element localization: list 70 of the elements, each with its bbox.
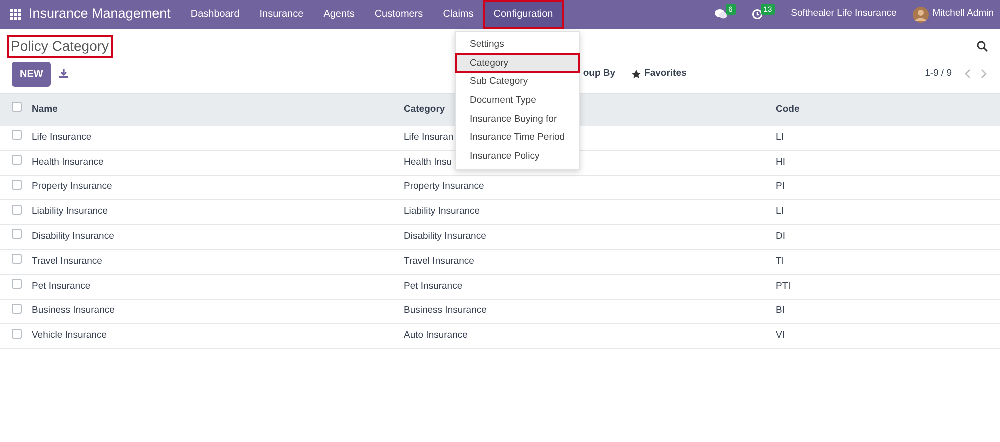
menu-item[interactable]: Insurance Time Period — [456, 128, 579, 148]
table-cell: Business Insurance — [32, 305, 115, 316]
row-checkbox[interactable] — [12, 254, 22, 264]
nav-menu-item[interactable]: Customers — [364, 1, 434, 28]
app-name[interactable]: Insurance Management — [29, 4, 171, 25]
table-cell: Pet Insurance — [32, 280, 91, 292]
table-cell: VI — [776, 330, 785, 342]
row-checkbox[interactable] — [12, 304, 22, 314]
row-checkbox[interactable] — [12, 328, 22, 339]
row-checkbox[interactable] — [12, 279, 22, 290]
table-cell: Health Insu — [404, 156, 452, 168]
column-header[interactable]: Name — [32, 104, 58, 115]
avatar-icon[interactable] — [912, 6, 929, 22]
table-cell: HI — [776, 156, 786, 168]
nav-menu-item[interactable]: Claims — [433, 1, 484, 28]
menu-item[interactable]: Sub Category — [456, 72, 579, 92]
row-checkbox[interactable] — [12, 180, 22, 190]
pager-value: 1-9 / 9 — [925, 66, 952, 81]
next-icon[interactable] — [980, 69, 988, 79]
row-checkbox[interactable] — [12, 204, 22, 215]
table-cell: Travel Insurance — [32, 256, 102, 267]
table-cell: Business Insurance — [404, 305, 487, 316]
select-all-checkbox[interactable] — [12, 102, 22, 112]
table-cell: Auto Insurance — [404, 330, 468, 342]
menu-item[interactable]: Insurance Buying for — [456, 110, 579, 128]
apps-menu-icon[interactable] — [10, 9, 21, 20]
nav-menu-item[interactable]: Configuration — [484, 1, 564, 28]
column-header[interactable]: Category — [404, 104, 446, 115]
table-cell: Property Insurance — [404, 181, 484, 192]
table-cell: TI — [776, 256, 784, 267]
table-cell: Liability Insurance — [404, 206, 480, 218]
table-cell: PI — [776, 181, 785, 192]
table-cell: Life Insuran — [404, 132, 454, 143]
page-title: Policy Category — [8, 36, 112, 56]
menu-item[interactable]: Insurance Policy — [456, 147, 579, 166]
user-name[interactable]: Mitchell Admin — [932, 7, 994, 22]
table-cell: Property Insurance — [32, 181, 112, 192]
menu-item[interactable]: Settings — [456, 35, 579, 54]
table-cell: LI — [776, 206, 784, 218]
table-cell: Pet Insurance — [404, 280, 463, 292]
star-icon — [632, 70, 641, 78]
download-icon[interactable] — [59, 69, 70, 79]
table-cell: Vehicle Insurance — [32, 330, 107, 342]
table-cell: PTI — [776, 280, 791, 292]
menu-item[interactable]: Category — [456, 54, 579, 72]
group-by-toggle[interactable]: oup By — [583, 66, 616, 82]
nav-menu-item[interactable]: Dashboard — [180, 1, 250, 28]
table-cell: Health Insurance — [32, 156, 104, 168]
table-cell: DI — [776, 230, 786, 242]
company-name[interactable]: Softhealer Life Insurance — [791, 7, 897, 22]
table-cell: Disability Insurance — [404, 230, 486, 242]
column-header[interactable]: Code — [776, 104, 800, 115]
chat-icon[interactable] — [714, 9, 728, 20]
nav-menu-item[interactable]: Agents — [314, 1, 365, 28]
clock-icon[interactable] — [752, 9, 763, 20]
row-checkbox[interactable] — [12, 155, 22, 166]
favorites-toggle[interactable]: Favorites — [644, 66, 687, 82]
table-cell: Liability Insurance — [32, 206, 108, 218]
table-cell: Travel Insurance — [404, 256, 474, 267]
search-icon[interactable] — [977, 40, 988, 52]
row-checkbox[interactable] — [12, 229, 22, 240]
new-button[interactable]: NEW — [12, 62, 52, 86]
table-cell: LI — [776, 132, 784, 143]
previous-icon[interactable] — [964, 69, 972, 79]
nav-menu-item[interactable]: Insurance — [250, 1, 314, 28]
table-cell: Disability Insurance — [32, 230, 114, 242]
row-checkbox[interactable] — [12, 130, 22, 140]
table-cell: Life Insurance — [32, 132, 92, 143]
table-cell: BI — [776, 305, 785, 316]
menu-item[interactable]: Document Type — [456, 91, 579, 110]
